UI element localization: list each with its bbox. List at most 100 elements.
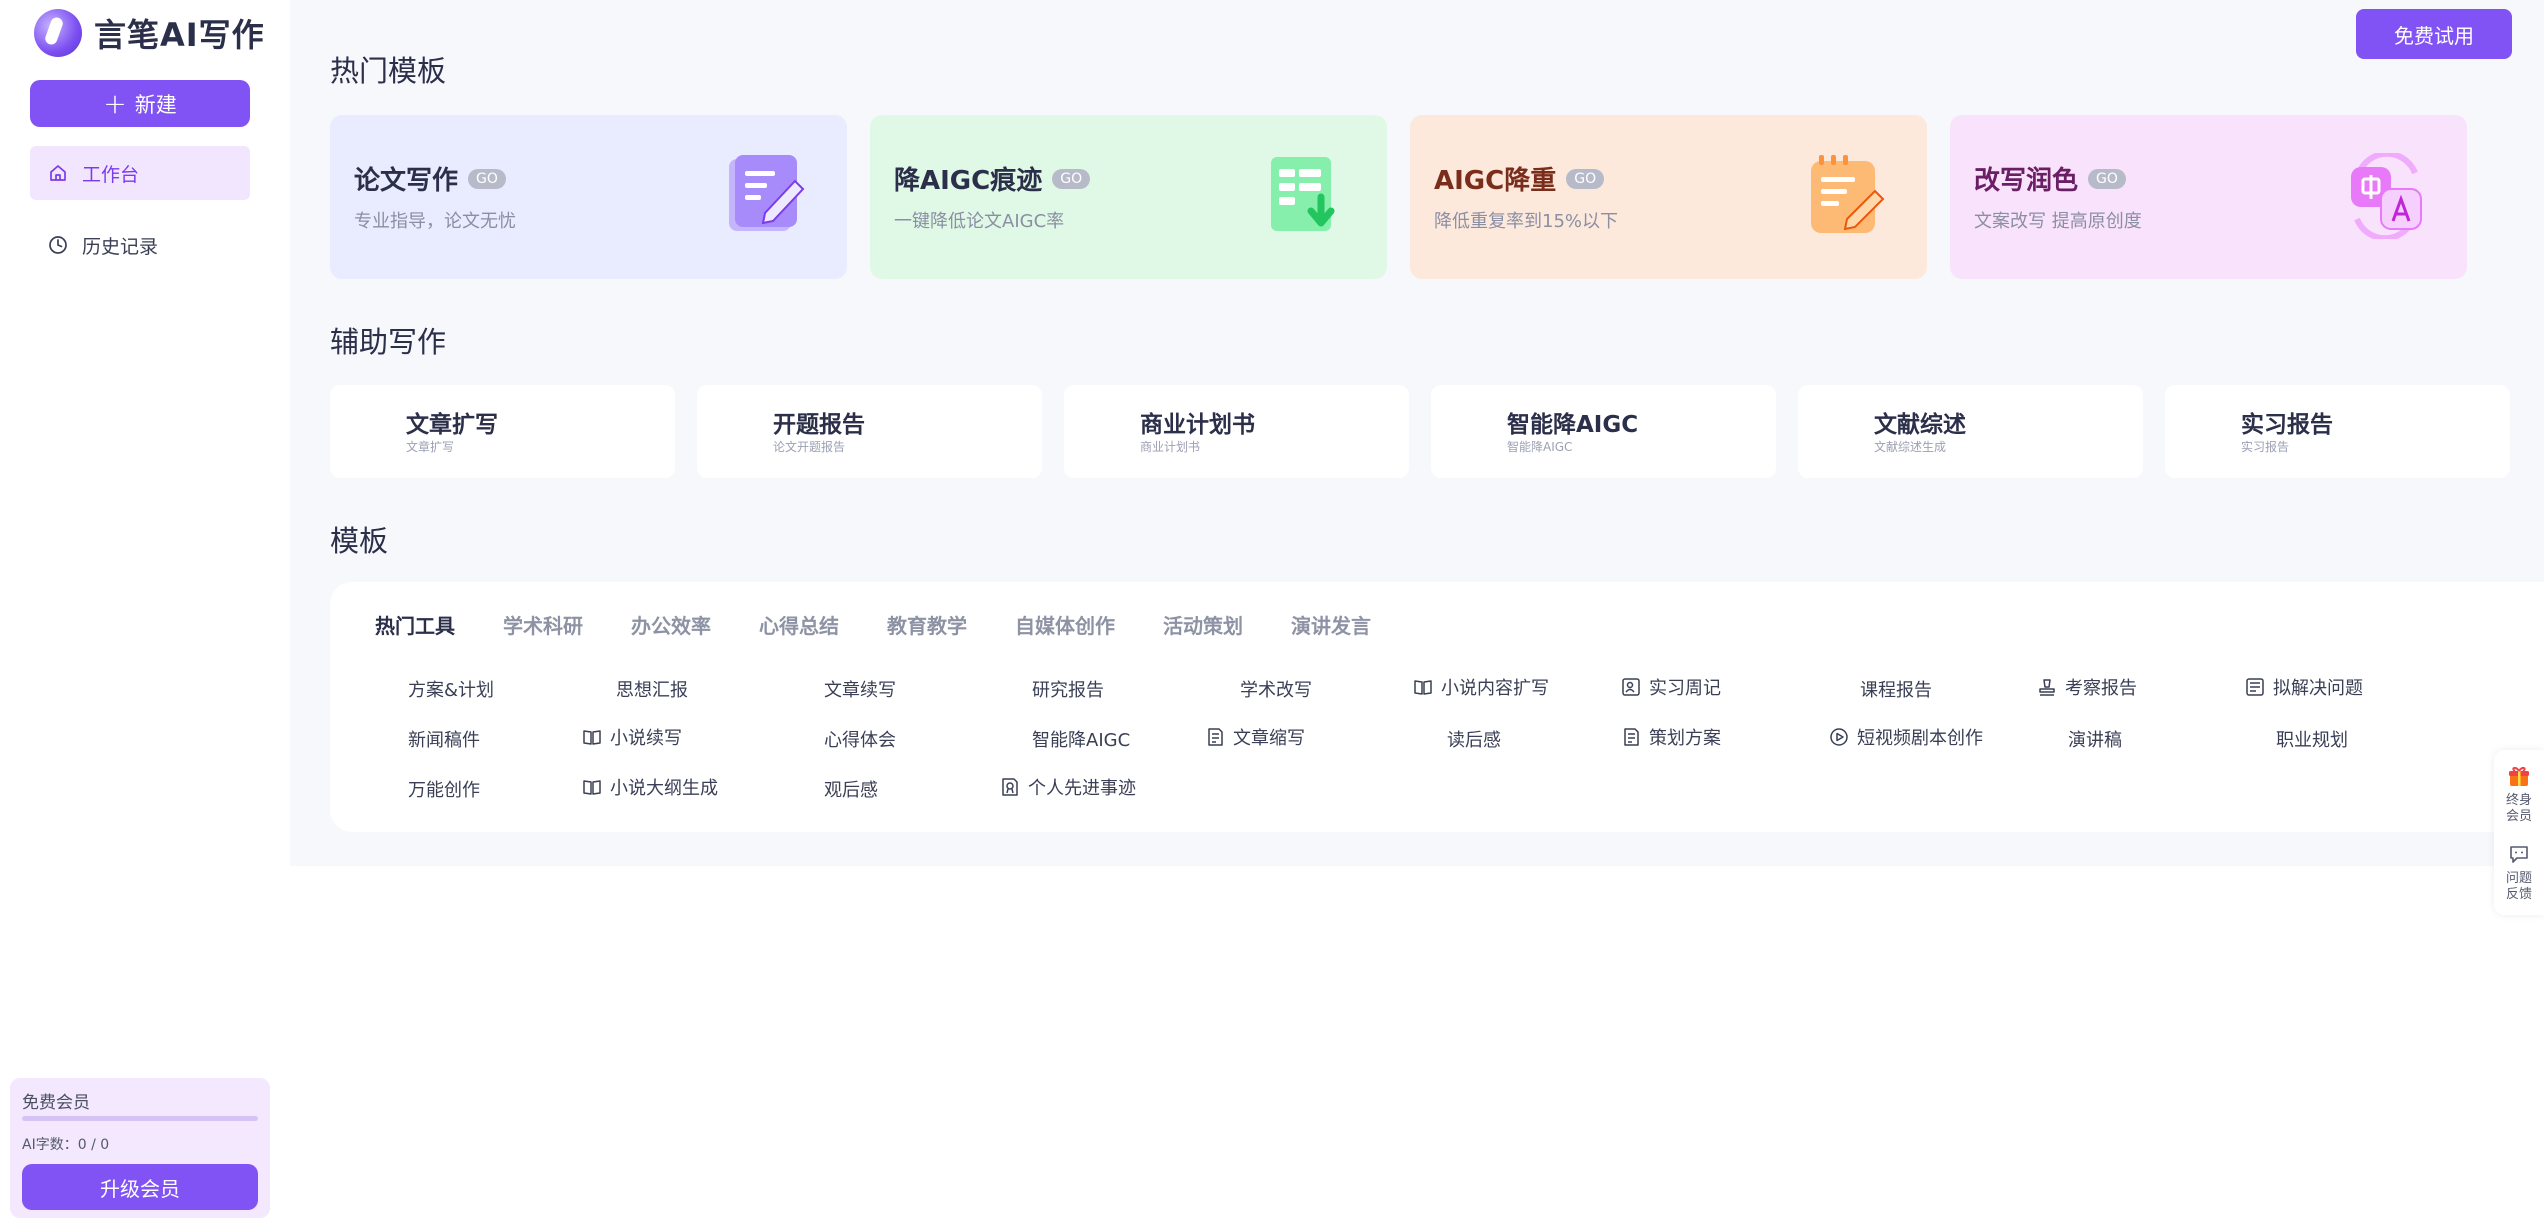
member-usage-bar (22, 1116, 258, 1121)
template-item[interactable]: 小说续写 (582, 724, 682, 750)
member-word-count: AI字数：0 / 0 (22, 1137, 110, 1153)
template-item[interactable]: 考察报告 (2037, 674, 2137, 700)
download-doc-icon (1271, 157, 1335, 231)
template-item[interactable]: 观后感 (824, 776, 878, 802)
template-item[interactable]: 研究报告 (1032, 676, 1104, 702)
hot-card-reduce-aigc[interactable]: 降AIGC痕迹 GO 一键降低论文AIGC率 (870, 115, 1387, 279)
lifetime-member-button[interactable]: 终身会员 (2494, 764, 2544, 825)
chat-icon (2510, 846, 2528, 863)
template-item[interactable]: 方案&计划 (408, 676, 494, 702)
template-item-label: 研究报告 (1032, 680, 1104, 701)
sidebar-item-history[interactable]: 历史记录 (30, 218, 250, 272)
templates-title: 模板 (330, 524, 389, 558)
template-item[interactable]: 小说内容扩写 (1413, 674, 1549, 700)
template-item-label: 策划方案 (1649, 728, 1721, 749)
aux-card-expand[interactable]: 文章扩写 文章扩写 (330, 385, 675, 478)
hot-card-aigc-dedup[interactable]: AIGC降重 GO 降低重复率到15%以下 (1410, 115, 1927, 279)
doc-lines-icon (1624, 728, 1639, 746)
template-item[interactable]: 策划方案 (1621, 724, 1721, 750)
hot-card-desc: 一键降低论文AIGC率 (894, 211, 1065, 232)
member-card: 免费会员 AI字数：0 / 0 升级会员 (10, 1078, 270, 1218)
template-item[interactable]: 个人先进事迹 (1000, 774, 1136, 800)
template-item[interactable]: 课程报告 (1860, 676, 1932, 702)
book-icon (583, 780, 601, 795)
aux-card-proposal[interactable]: 开题报告 论文开题报告 (697, 385, 1042, 478)
tab-academic[interactable]: 学术科研 (503, 610, 583, 639)
tab-speech[interactable]: 演讲发言 (1291, 610, 1371, 639)
tab-self-media[interactable]: 自媒体创作 (1015, 610, 1115, 639)
template-item[interactable]: 小说大纲生成 (582, 774, 718, 800)
free-trial-button[interactable]: 免费试用 (2356, 9, 2512, 59)
template-item-label: 万能创作 (408, 780, 480, 801)
template-item-label: 实习周记 (1649, 678, 1721, 699)
hot-card-title: 论文写作 (354, 166, 459, 196)
go-badge: GO (2088, 168, 2126, 189)
hot-card-thesis[interactable]: 论文写作 GO 专业指导，论文无忧 (330, 115, 847, 279)
template-item[interactable]: 智能降AIGC (1032, 726, 1130, 752)
template-item[interactable]: 文章缩写 (1205, 724, 1305, 750)
template-item[interactable]: 实习周记 (1621, 674, 1721, 700)
template-item-label: 职业规划 (2276, 730, 2348, 751)
tab-hot-tools[interactable]: 热门工具 (375, 610, 455, 639)
book-icon (583, 730, 601, 745)
template-item[interactable]: 思想汇报 (616, 676, 688, 702)
template-item[interactable]: 心得体会 (824, 726, 896, 752)
aux-card-sub: 文献综述生成 (1874, 440, 1947, 454)
aux-card-title: 商业计划书 (1140, 412, 1255, 438)
template-item[interactable]: 拟解决问题 (2245, 674, 2363, 700)
aux-card-sub: 商业计划书 (1140, 440, 1201, 454)
template-item[interactable]: 短视频剧本创作 (1829, 724, 1983, 750)
hot-card-rewrite[interactable]: 改写润色 GO 文案改写 提高原创度 (1950, 115, 2467, 279)
aux-card-sub: 实习报告 (2241, 440, 2290, 454)
template-item[interactable]: 学术改写 (1240, 676, 1312, 702)
tab-reflection[interactable]: 心得总结 (759, 610, 839, 639)
upgrade-button[interactable]: 升级会员 (22, 1164, 258, 1210)
doc-lines-icon (1208, 728, 1223, 746)
go-badge: GO (468, 168, 506, 189)
go-badge: GO (1566, 168, 1605, 189)
hot-card-desc: 专业指导，论文无忧 (354, 211, 516, 232)
tab-education[interactable]: 教育教学 (887, 610, 967, 639)
template-item-label: 课程报告 (1860, 680, 1932, 701)
aux-card-sub: 论文开题报告 (773, 440, 846, 454)
template-item-label: 个人先进事迹 (1028, 778, 1136, 799)
list-doc-icon (2246, 678, 2264, 696)
sidebar-item-workbench[interactable]: 工作台 (30, 146, 250, 200)
aux-card-smart-aigc[interactable]: 智能降AIGC 智能降AIGC (1431, 385, 1776, 478)
template-item-label: 观后感 (824, 780, 878, 801)
template-item-label: 文章续写 (824, 680, 896, 701)
aux-card-title: 文章扩写 (406, 412, 498, 438)
template-item-label: 短视频剧本创作 (1857, 728, 1983, 749)
stamp-icon (2039, 679, 2055, 696)
aux-card-internship-report[interactable]: 实习报告 实习报告 (2165, 385, 2510, 478)
template-item[interactable]: 职业规划 (2276, 726, 2348, 752)
aux-card-sub: 文章扩写 (406, 440, 455, 454)
template-item[interactable]: 文章续写 (824, 676, 896, 702)
app-logo[interactable]: 言笔AI写作 (34, 6, 265, 60)
feedback-button[interactable]: 问题反馈 (2494, 842, 2544, 903)
aux-writing-title: 辅助写作 (330, 325, 447, 359)
hot-card-desc: 降低重复率到15%以下 (1434, 211, 1619, 232)
template-item-label: 小说内容扩写 (1441, 678, 1549, 699)
hot-card-title: 降AIGC痕迹 (894, 166, 1043, 196)
id-card-icon (1622, 678, 1640, 696)
template-item[interactable]: 读后感 (1447, 726, 1501, 752)
template-item[interactable]: 新闻稿件 (408, 726, 480, 752)
badge-doc-icon (1002, 778, 1018, 796)
new-button[interactable]: + 新建 (30, 80, 250, 127)
template-item-label: 小说大纲生成 (610, 778, 718, 799)
tab-office[interactable]: 办公效率 (631, 610, 711, 639)
tab-event-planning[interactable]: 活动策划 (1163, 610, 1243, 639)
feedback-label: 问题反馈 (2506, 871, 2533, 902)
template-item[interactable]: 万能创作 (408, 776, 480, 802)
pencil-doc-icon (729, 155, 805, 231)
clock-icon (49, 236, 67, 254)
template-item-label: 考察报告 (2065, 678, 2137, 699)
aux-card-business-plan[interactable]: 商业计划书 商业计划书 (1064, 385, 1409, 478)
aux-card-literature-review[interactable]: 文献综述 文献综述生成 (1798, 385, 2143, 478)
template-item-label: 文章缩写 (1233, 728, 1305, 749)
template-item[interactable]: 演讲稿 (2068, 726, 2122, 752)
aux-card-title: 开题报告 (773, 412, 865, 438)
translate-icon (2351, 153, 2422, 239)
template-item-label: 学术改写 (1240, 680, 1312, 701)
